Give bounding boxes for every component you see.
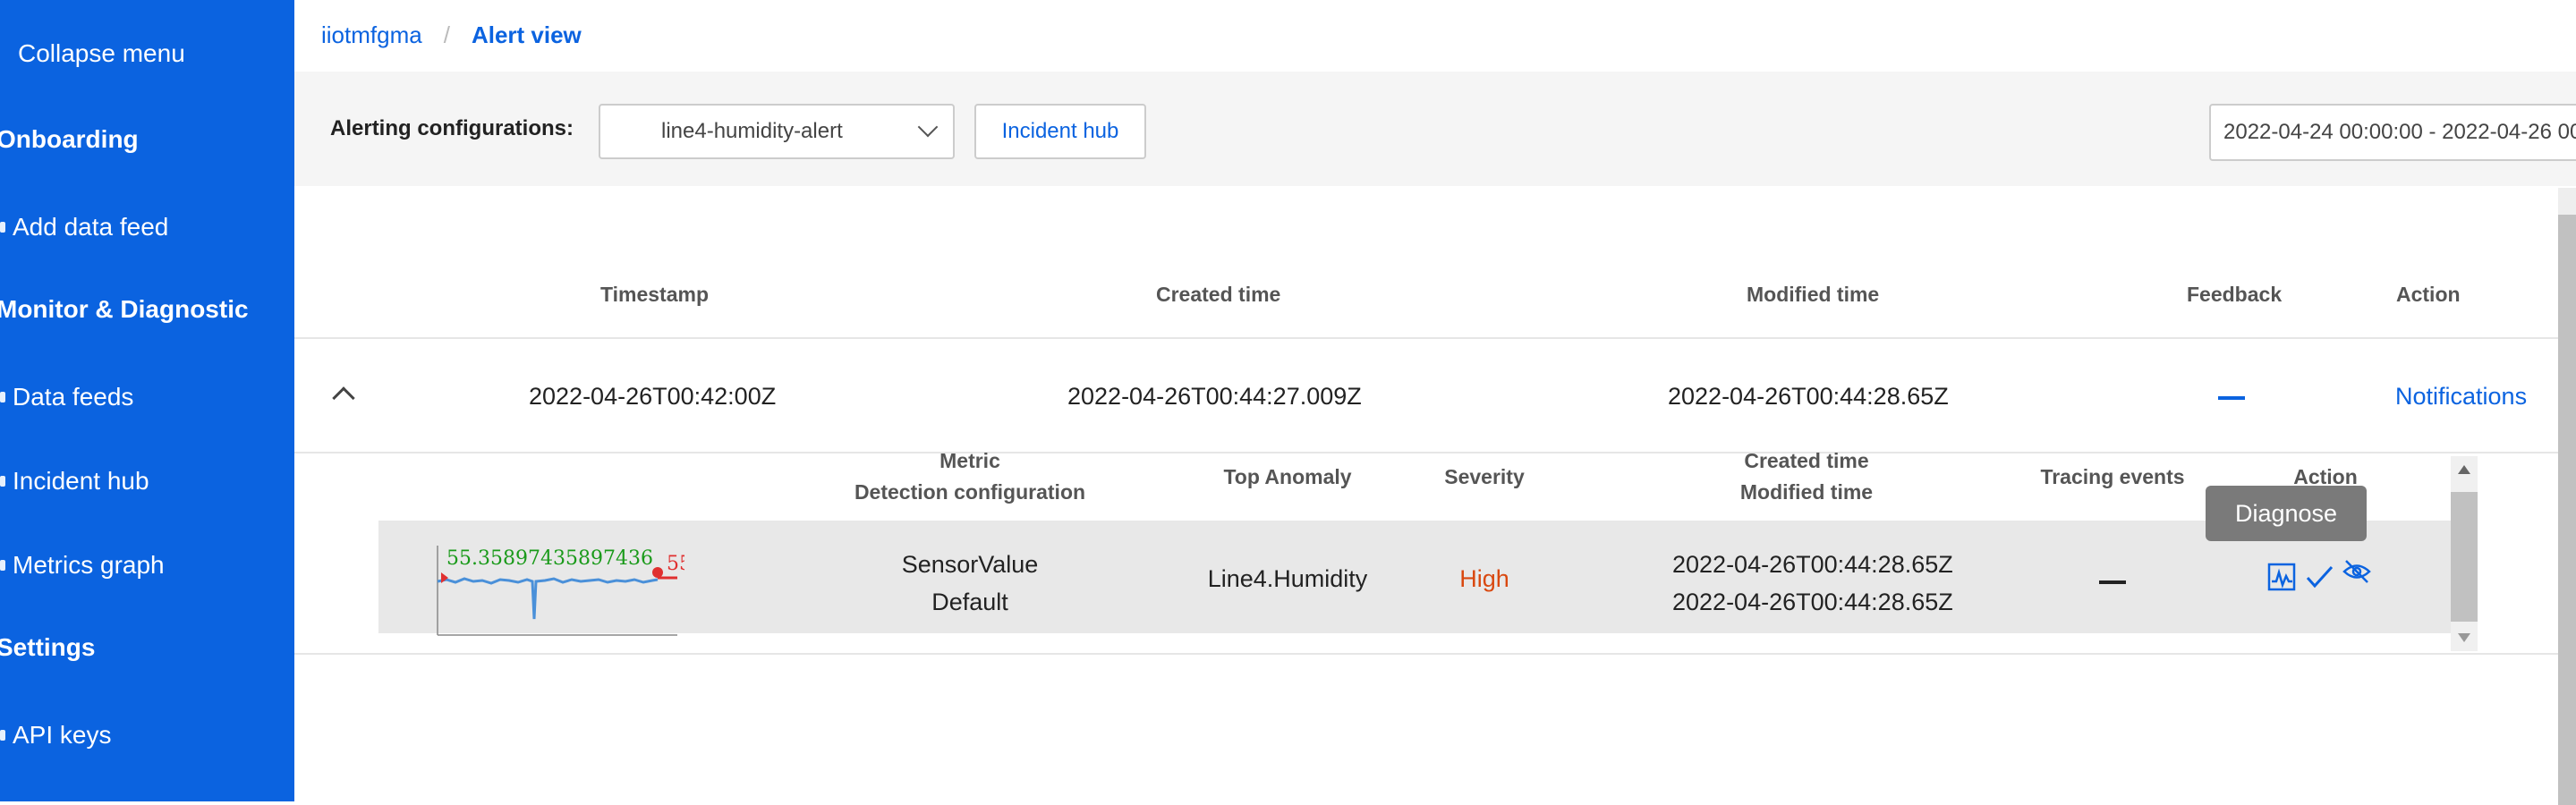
inner-col-header-metric: Metric Detection configuration [822,449,1118,504]
sidebar-item-label: API keys [13,721,112,749]
inner-col-header-time-line1: Created time [1744,449,1869,472]
chevron-down-icon [917,116,939,138]
diagnose-tooltip: Diagnose [2206,486,2367,541]
table-bottom-divider [294,653,2567,655]
sidebar-section-settings: Settings [0,621,294,674]
col-header-feedback: Feedback [2187,283,2283,306]
sidebar-item-label: Incident hub [13,467,149,495]
add-data-feed-icon [0,222,5,233]
page-scrollbar[interactable] [2558,188,2576,805]
alerting-config-select[interactable]: line4-humidity-alert [599,104,955,159]
sidebar-section-onboarding: Onboarding [0,113,294,166]
breadcrumb-current: Alert view [471,21,582,48]
incident-hub-icon [0,476,5,487]
incident-hub-button[interactable]: Incident hub [974,104,1146,159]
sparkline-start-marker [441,572,448,583]
tracing-events-empty-indicator [2099,580,2126,584]
sidebar-section-monitor: Monitor & Diagnostic [0,283,294,336]
sidebar-item-metrics-graph[interactable]: Metrics graph [0,538,294,592]
breadcrumb-separator: / [443,21,450,48]
incident-top-anomaly: Line4.Humidity [1207,565,1368,592]
sidebar-section-label: Settings [0,633,96,661]
chevron-up-icon[interactable] [332,386,355,410]
page-scrollbar-thumb[interactable] [2558,215,2576,805]
alert-created-time: 2022-04-26T00:44:27.009Z [1067,383,1362,410]
incident-hub-button-label: Incident hub [1001,119,1119,143]
check-icon[interactable] [2304,562,2334,592]
alerting-config-label: Alerting configurations: [330,116,574,140]
sidebar-item-incident-hub[interactable]: Incident hub [0,454,294,508]
sparkline-value-label: 55.35897435897436 [446,547,653,570]
incident-times-cell: 2022-04-26T00:44:28.65Z 2022-04-26T00:44… [1672,546,1953,621]
main-content: iiotmfgma / Alert view Alerting configur… [294,0,2576,805]
metrics-graph-icon [0,560,5,571]
sidebar: Collapse menu Onboarding Add data feed M… [0,0,294,801]
inner-col-header-tracing-events: Tracing events [2040,465,2185,488]
incident-severity: High [1459,565,1509,592]
incident-detection-config: Default [931,589,1008,615]
header-divider [294,337,2567,339]
date-range-picker[interactable]: 2022-04-24 00:00:00 - 2022-04-26 00:00:0… [2209,104,2576,161]
incident-metric-cell: SensorValue Default [822,546,1118,621]
inner-table-scrollbar[interactable] [2451,456,2478,651]
inner-col-header-severity: Severity [1444,465,1525,488]
alert-modified-time: 2022-04-26T00:44:28.65Z [1668,383,1949,410]
alerting-config-value: line4-humidity-alert [661,119,843,143]
incident-metric: SensorValue [901,551,1039,578]
breadcrumb-root-link[interactable]: iiotmfgma [321,21,422,49]
inner-scrollbar-thumb[interactable] [2451,492,2478,622]
data-feeds-icon [0,392,5,402]
inner-col-header-time-line2: Modified time [1739,480,1874,504]
inner-col-header-time: Created time Modified time [1690,449,1923,504]
diagnose-icon[interactable] [2266,562,2297,592]
row-divider [294,452,2567,453]
sidebar-item-add-data-feed[interactable]: Add data feed [0,200,294,254]
sparkline-series [437,577,659,620]
col-header-timestamp: Timestamp [600,283,710,306]
sidebar-item-label: Metrics graph [13,551,165,579]
scroll-down-arrow-icon[interactable] [2458,633,2470,642]
sidebar-section-label: Onboarding [0,125,139,153]
scroll-up-arrow-icon[interactable] [2458,465,2470,474]
sidebar-section-label: Monitor & Diagnostic [0,295,249,323]
col-header-created-time: Created time [1156,283,1281,306]
sidebar-item-label: Data feeds [13,383,134,411]
incident-created-time: 2022-04-26T00:44:28.65Z [1672,551,1953,578]
notifications-link[interactable]: Notifications [2395,383,2527,411]
col-header-modified-time: Modified time [1747,283,1880,306]
hide-icon[interactable] [2342,556,2372,587]
sidebar-item-label: Add data feed [13,213,169,241]
diagnose-tooltip-label: Diagnose [2234,499,2338,527]
breadcrumb: iiotmfgma / Alert view [321,21,582,49]
inner-col-header-metric-line2: Detection configuration [854,480,1086,504]
sparkline-clipped-label: 55 [667,553,684,575]
sparkline-anomaly-point [652,567,663,578]
inner-col-header-metric-line1: Metric [939,449,1000,472]
collapse-menu-label: Collapse menu [18,39,185,67]
feedback-empty-indicator [2218,396,2245,400]
collapse-menu-button[interactable]: Collapse menu [0,27,294,80]
api-keys-icon [0,730,5,741]
col-header-action: Action [2396,283,2461,306]
sidebar-item-api-keys[interactable]: API keys [0,708,294,762]
inner-col-header-top-anomaly: Top Anomaly [1223,465,1352,488]
sidebar-item-data-feeds[interactable]: Data feeds [0,370,294,424]
toolbar: Alerting configurations: line4-humidity-… [294,72,2576,186]
incident-modified-time: 2022-04-26T00:44:28.65Z [1672,589,1953,615]
alert-timestamp: 2022-04-26T00:42:00Z [529,383,777,410]
date-range-value: 2022-04-24 00:00:00 - 2022-04-26 00:00:0… [2223,120,2576,144]
